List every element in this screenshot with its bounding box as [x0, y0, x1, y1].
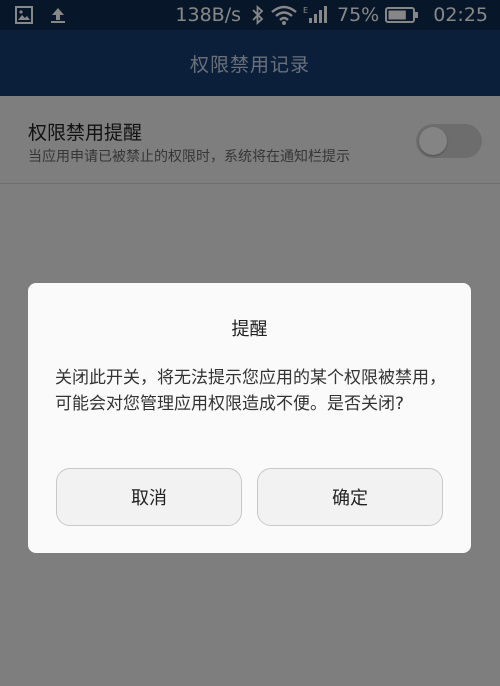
screen: 138B/s E 75% 02:25 权限禁用记录 权限禁用提醒 当应用申请已被… [0, 0, 500, 686]
confirm-button[interactable]: 确定 [257, 468, 443, 526]
confirm-dialog: 提醒 关闭此开关，将无法提示您应用的某个权限被禁用，可能会对您管理应用权限造成不… [28, 283, 471, 553]
cancel-button[interactable]: 取消 [56, 468, 242, 526]
dialog-title: 提醒 [231, 319, 268, 340]
dialog-message: 关闭此开关，将无法提示您应用的某个权限被禁用，可能会对您管理应用权限造成不便。是… [55, 368, 446, 414]
